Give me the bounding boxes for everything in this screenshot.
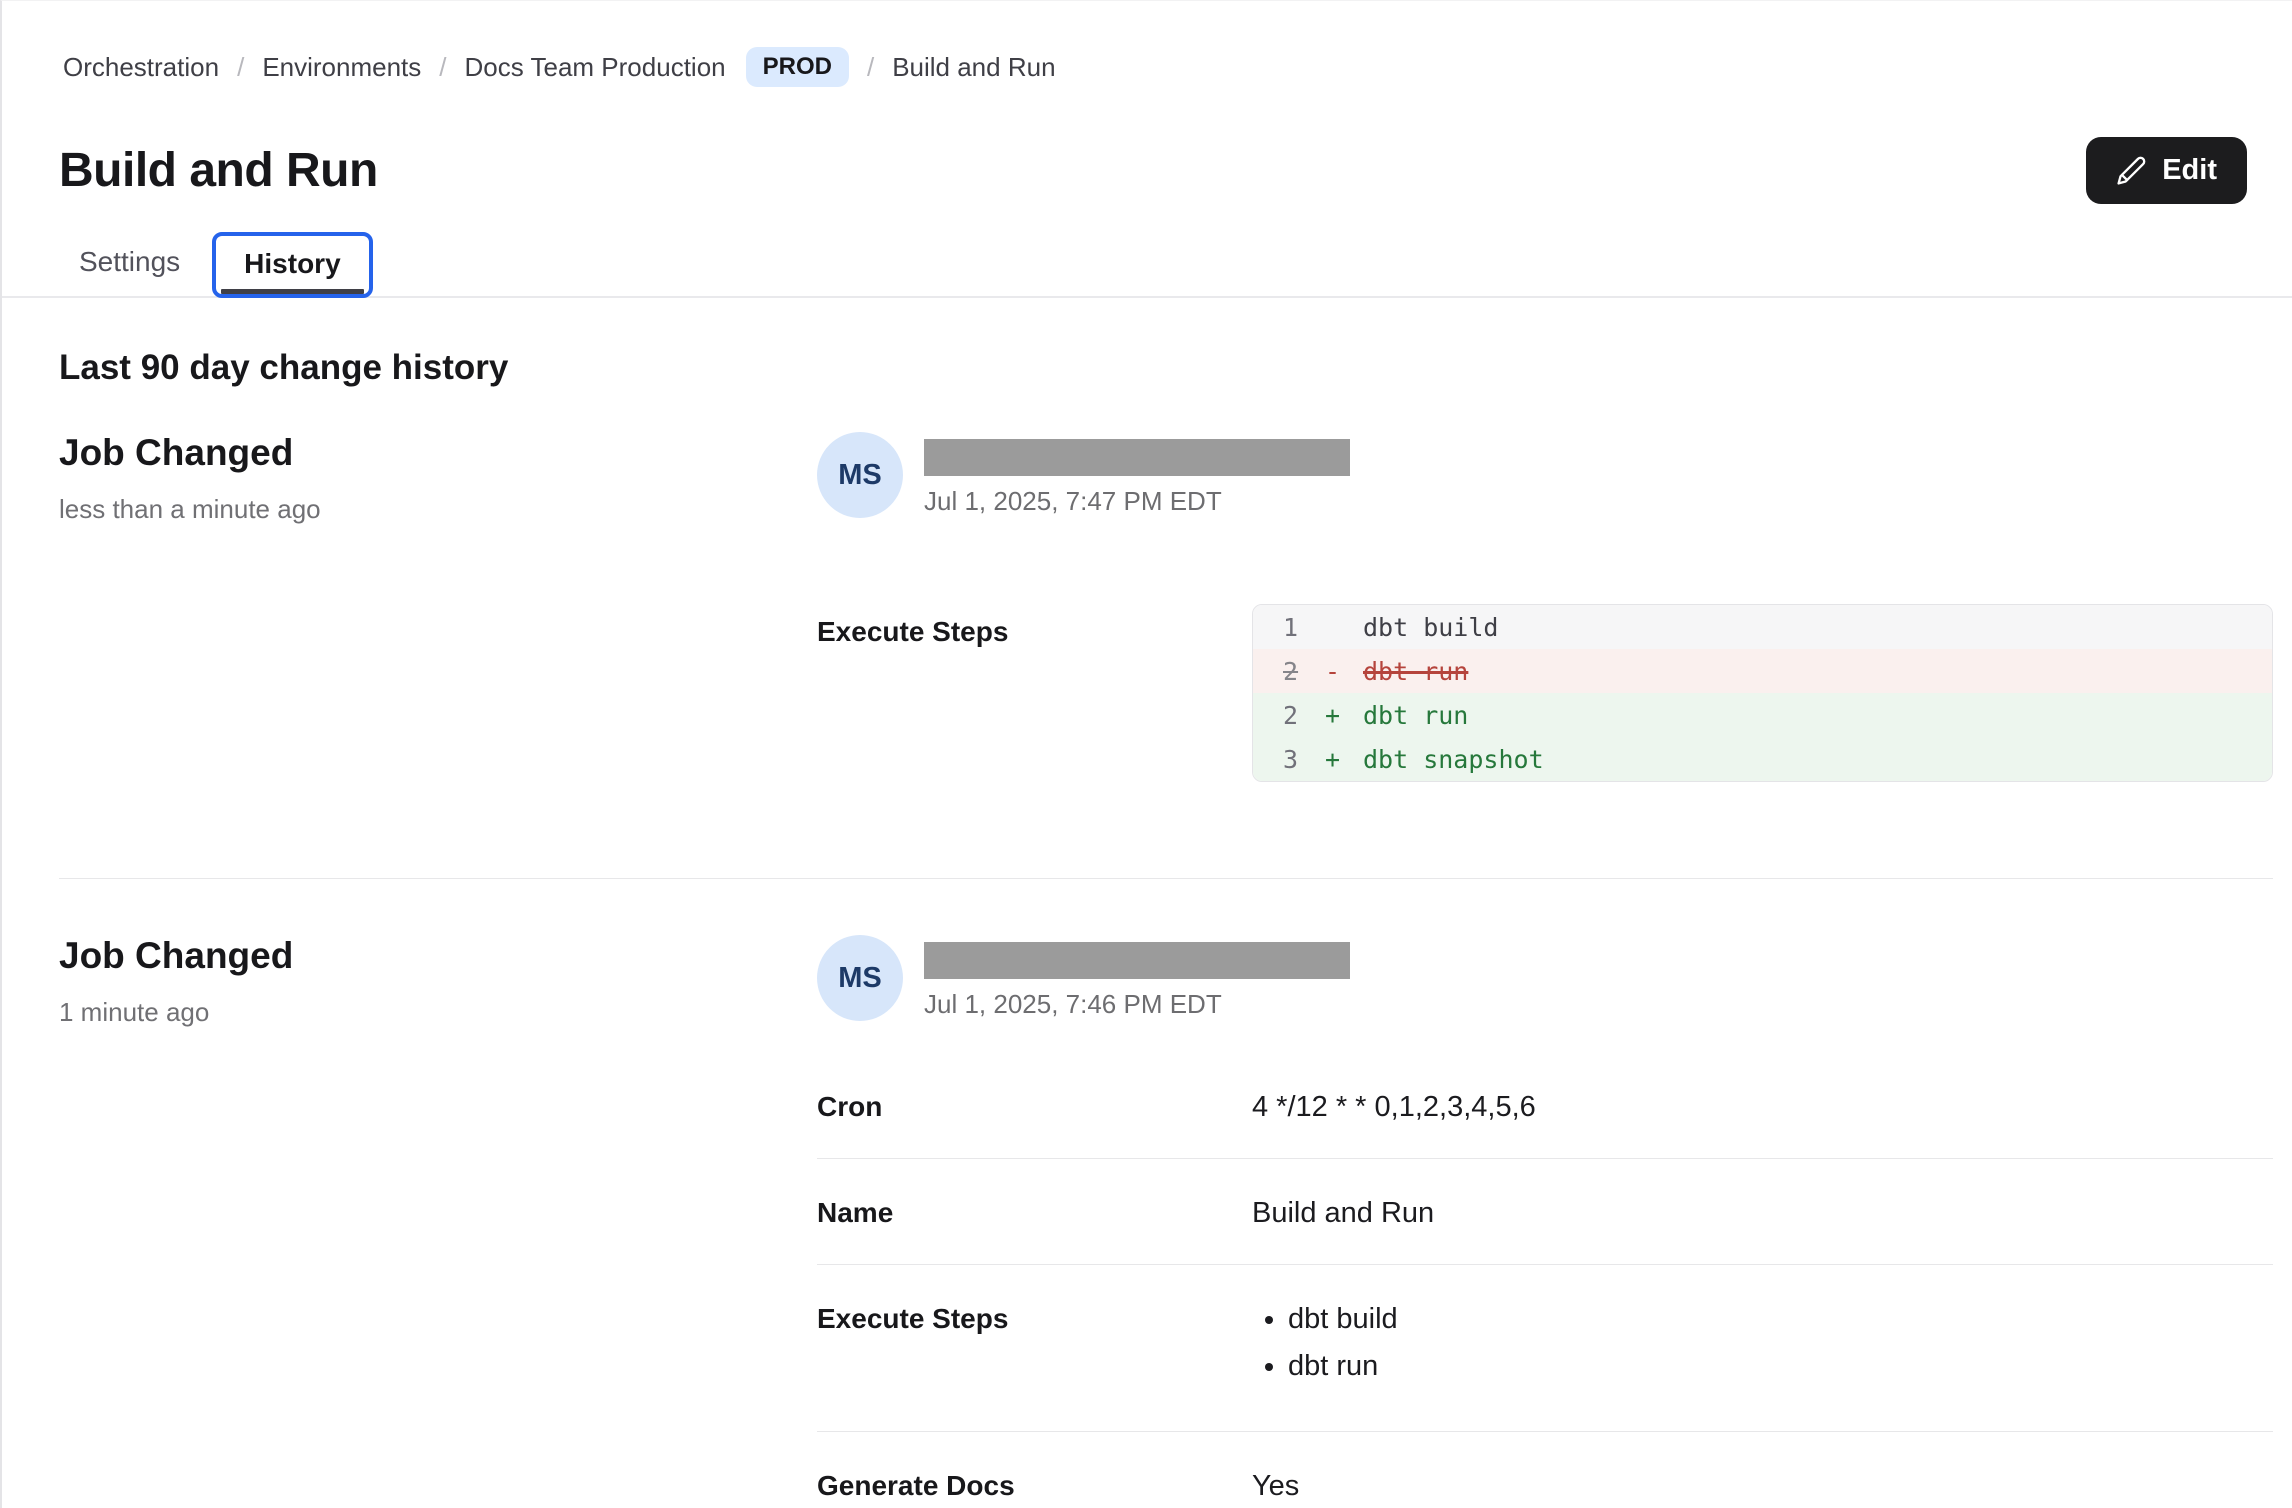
execute-steps-list: dbt build dbt run xyxy=(1288,1303,2273,1397)
field-row-cron: Cron 4 */12 * * 0,1,2,3,4,5,6 xyxy=(817,1091,2273,1159)
event-name: Job Changed xyxy=(59,432,817,474)
diff-line-added: 3 +dbt snapshot xyxy=(1253,737,2272,781)
job-history-page: Orchestration / Environments / Docs Team… xyxy=(0,0,2292,1508)
entry-summary: Job Changed 1 minute ago xyxy=(59,935,817,1508)
field-value: 4 */12 * * 0,1,2,3,4,5,6 xyxy=(1252,1091,2273,1124)
history-entry: Job Changed less than a minute ago MS Ju… xyxy=(59,432,2273,782)
tab-bar: Settings History xyxy=(2,230,2292,298)
history-entry: Job Changed 1 minute ago MS Jul 1, 2025,… xyxy=(59,935,2273,1508)
avatar: MS xyxy=(817,935,903,1021)
event-name: Job Changed xyxy=(59,935,817,977)
entry-divider xyxy=(59,878,2273,879)
redacted-user-name xyxy=(924,942,1350,979)
event-timestamp: Jul 1, 2025, 7:47 PM EDT xyxy=(924,486,1350,517)
breadcrumb-separator: / xyxy=(237,52,244,83)
field-row-execute-steps: Execute Steps dbt build dbt run xyxy=(817,1265,2273,1432)
changed-fields: Cron 4 */12 * * 0,1,2,3,4,5,6 Name Build… xyxy=(817,1091,2273,1508)
page-header: Build and Run Edit xyxy=(59,137,2247,204)
breadcrumb-separator: / xyxy=(439,52,446,83)
list-item: dbt run xyxy=(1288,1350,2273,1383)
actor-row: MS Jul 1, 2025, 7:47 PM EDT xyxy=(817,432,2273,518)
breadcrumb-separator: / xyxy=(867,52,874,83)
avatar: MS xyxy=(817,432,903,518)
section-title: Last 90 day change history xyxy=(59,348,2292,388)
list-item: dbt build xyxy=(1288,1303,2273,1336)
diff-line-added: 2 +dbt run xyxy=(1253,693,2272,737)
breadcrumb-current-job: Build and Run xyxy=(892,52,1055,83)
tab-history-label: History xyxy=(216,236,368,294)
entry-summary: Job Changed less than a minute ago xyxy=(59,432,817,782)
event-relative-time: 1 minute ago xyxy=(59,997,817,1028)
breadcrumb-environment-name[interactable]: Docs Team Production xyxy=(465,52,726,83)
field-row-generate-docs: Generate Docs Yes xyxy=(817,1432,2273,1508)
pencil-icon xyxy=(2116,155,2147,186)
event-timestamp: Jul 1, 2025, 7:46 PM EDT xyxy=(924,989,1350,1020)
actor-row: MS Jul 1, 2025, 7:46 PM EDT xyxy=(817,935,2273,1021)
diff-line-context: 1 dbt build xyxy=(1253,605,2272,649)
redacted-user-name xyxy=(924,439,1350,476)
field-value: Build and Run xyxy=(1252,1197,2273,1230)
diff-line-removed: 2 -dbt run xyxy=(1253,649,2272,693)
execute-steps-change: Execute Steps 1 dbt build 2 -dbt run 2 +… xyxy=(817,604,2273,782)
field-label: Name xyxy=(817,1197,1252,1230)
field-label: Execute Steps xyxy=(817,604,1252,782)
page-title: Build and Run xyxy=(59,143,378,198)
breadcrumb-environments[interactable]: Environments xyxy=(262,52,421,83)
field-value: Yes xyxy=(1252,1470,2273,1503)
field-row-name: Name Build and Run xyxy=(817,1159,2273,1265)
tab-history[interactable]: History xyxy=(212,232,372,298)
execute-steps-diff: 1 dbt build 2 -dbt run 2 +dbt run 3 +dbt… xyxy=(1252,604,2273,782)
edit-button-label: Edit xyxy=(2162,154,2217,187)
field-label: Execute Steps xyxy=(817,1303,1252,1397)
field-label: Cron xyxy=(817,1091,1252,1124)
breadcrumb-orchestration[interactable]: Orchestration xyxy=(63,52,219,83)
tab-settings[interactable]: Settings xyxy=(61,230,198,296)
event-relative-time: less than a minute ago xyxy=(59,494,817,525)
breadcrumb: Orchestration / Environments / Docs Team… xyxy=(2,1,2292,87)
prod-environment-badge: PROD xyxy=(746,47,849,87)
field-label: Generate Docs xyxy=(817,1470,1252,1503)
edit-button[interactable]: Edit xyxy=(2086,137,2247,204)
